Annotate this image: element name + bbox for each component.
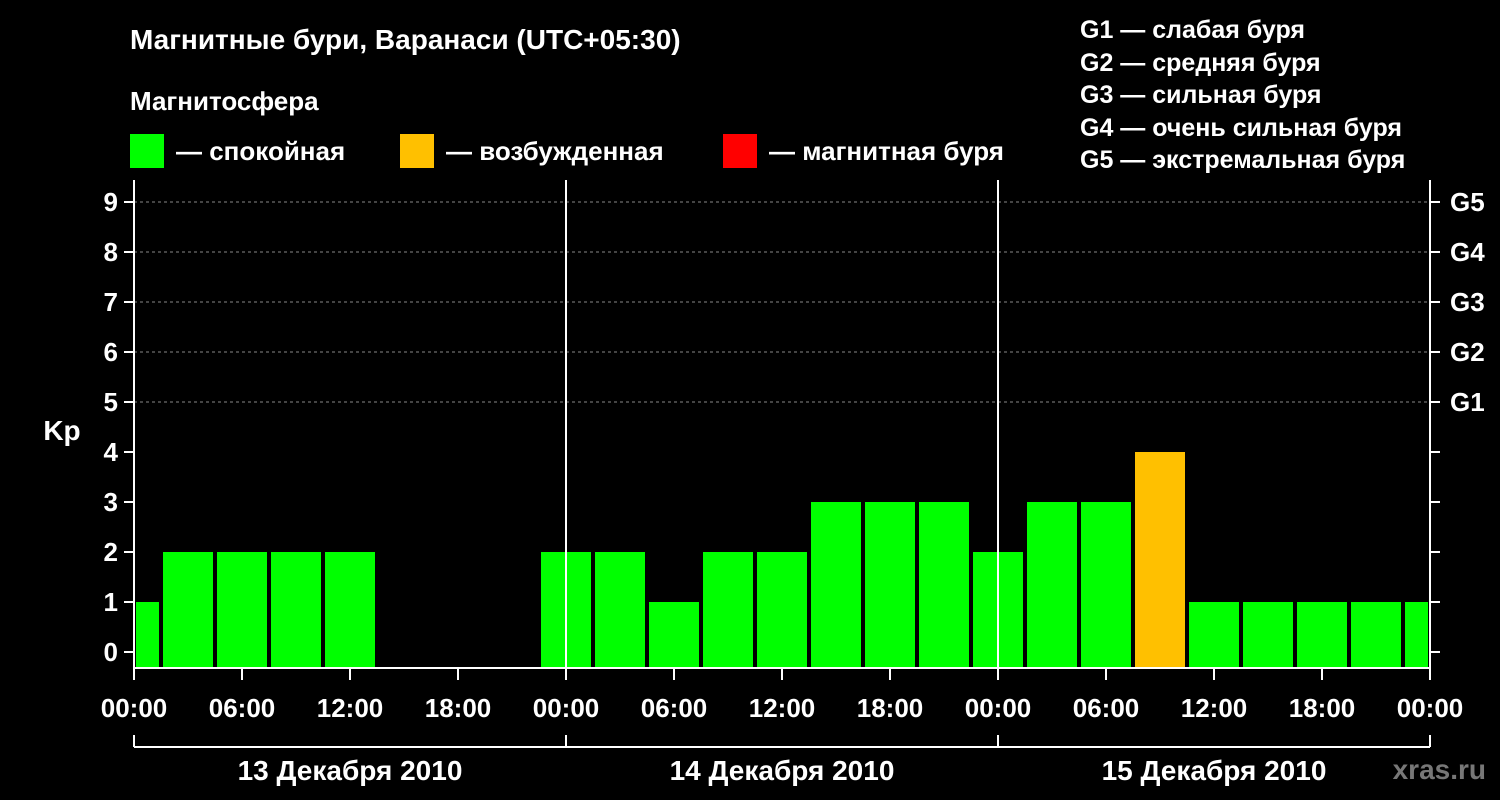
- g-label-g4: G4: [1450, 237, 1485, 267]
- x-tick-label-6: 12:00: [749, 693, 816, 723]
- kp-bar-2: [217, 552, 267, 668]
- y-tick-label-4: 4: [104, 437, 119, 467]
- kp-bar-11: [865, 502, 915, 668]
- kp-bar-6: [595, 552, 645, 668]
- x-tick-label-12: 00:00: [1397, 693, 1464, 723]
- y-tick-label-0: 0: [104, 637, 118, 667]
- kp-bar-19: [1297, 602, 1347, 668]
- y-tick-label-3: 3: [104, 487, 118, 517]
- kp-bar-chart: 0 1 2 3 4 5 6 7 8 9 G1 G2 G3 G4 G5 Kp 00:00 06:00 12:00 18:…: [43, 180, 1485, 786]
- watermark: xras.ru: [1392, 754, 1486, 785]
- kp-bar-15: [1081, 502, 1131, 668]
- day-label-1: 14 Декабря 2010: [670, 755, 895, 786]
- y-tick-label-6: 6: [104, 337, 118, 367]
- kp-bar-10: [811, 502, 861, 668]
- x-tick-label-4: 00:00: [533, 693, 600, 723]
- kp-bar-17: [1189, 602, 1239, 668]
- kp-bar-20: [1351, 602, 1401, 668]
- x-tick-label-7: 18:00: [857, 693, 924, 723]
- kp-bar-21: [1405, 602, 1428, 668]
- x-tick-label-1: 06:00: [209, 693, 276, 723]
- y-axis-label: Kp: [43, 415, 80, 446]
- x-tick-label-10: 12:00: [1181, 693, 1248, 723]
- x-tick-label-11: 18:00: [1289, 693, 1356, 723]
- x-tick-label-9: 06:00: [1073, 693, 1140, 723]
- x-tick-label-8: 00:00: [965, 693, 1032, 723]
- g-label-g1: G1: [1450, 387, 1485, 417]
- kp-bar-16: [1135, 452, 1185, 668]
- y-tick-label-1: 1: [104, 587, 118, 617]
- y-tick-label-5: 5: [104, 387, 118, 417]
- g-label-g3: G3: [1450, 287, 1485, 317]
- kp-bar-18: [1243, 602, 1293, 668]
- day-label-2: 15 Декабря 2010: [1102, 755, 1327, 786]
- y-tick-label-7: 7: [104, 287, 118, 317]
- y-tick-label-8: 8: [104, 237, 118, 267]
- kp-bar-0: [136, 602, 159, 668]
- x-tick-label-0: 00:00: [101, 693, 168, 723]
- kp-bar-8: [703, 552, 753, 668]
- kp-bar-12: [919, 502, 969, 668]
- g-label-g2: G2: [1450, 337, 1485, 367]
- day-label-0: 13 Декабря 2010: [238, 755, 463, 786]
- g-label-g5: G5: [1450, 187, 1485, 217]
- kp-bar-1: [163, 552, 213, 668]
- kp-bar-14: [1027, 502, 1077, 668]
- kp-bar-7: [649, 602, 699, 668]
- y-tick-label-2: 2: [104, 537, 118, 567]
- x-tick-label-2: 12:00: [317, 693, 384, 723]
- x-tick-label-3: 18:00: [425, 693, 492, 723]
- kp-bar-4: [325, 552, 375, 668]
- x-tick-label-5: 06:00: [641, 693, 708, 723]
- kp-bar-9: [757, 552, 807, 668]
- kp-bar-3: [271, 552, 321, 668]
- y-tick-label-9: 9: [104, 187, 118, 217]
